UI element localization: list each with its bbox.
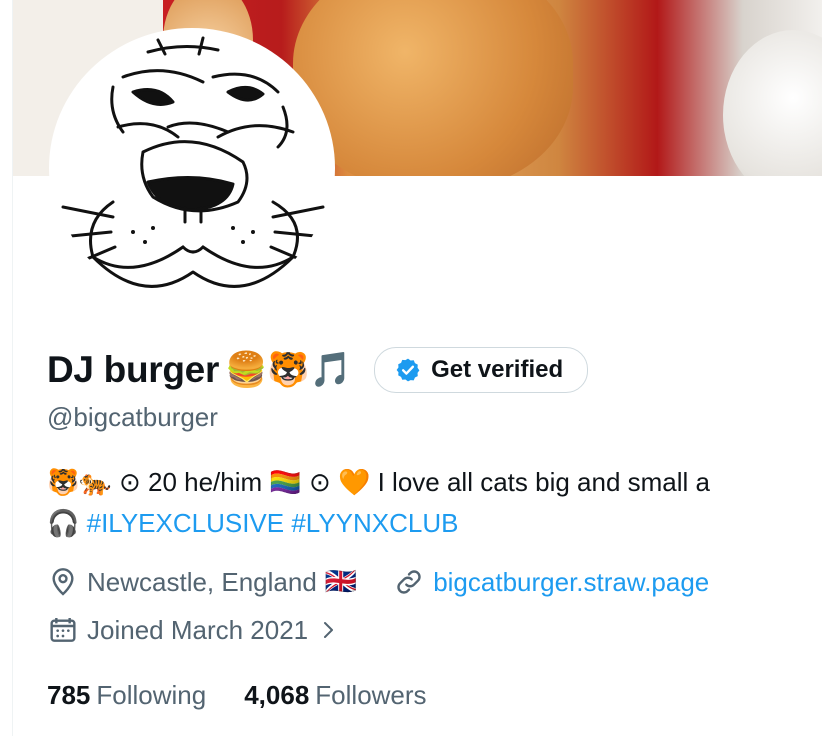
bio-text-age: ⊙ 20 he/him <box>111 467 270 497</box>
joined-row[interactable]: Joined March 2021 <box>47 614 340 646</box>
follow-stats: 785 Following 4,068 Followers <box>47 680 427 711</box>
bio-hashtags[interactable]: #ILYEXCLUSIVE #LYYNXCLUB <box>87 508 459 538</box>
location-pin-icon <box>47 566 79 598</box>
name-row: DJ burger 🍔🐯🎵 Get verified <box>47 342 589 398</box>
link-icon <box>393 566 425 598</box>
chevron-right-icon <box>316 618 340 642</box>
location-website-row: Newcastle, England 🇬🇧 bigcatburger.straw… <box>47 566 709 598</box>
get-verified-button[interactable]: Get verified <box>374 347 589 393</box>
joined-text: Joined March 2021 <box>87 614 309 645</box>
bio-emoji-headphones: 🎧 <box>47 509 80 539</box>
name-emojis: 🍔🐯🎵 <box>225 350 353 390</box>
calendar-icon <box>47 614 79 646</box>
bio-emoji-tigers: 🐯🐅 <box>47 468 112 498</box>
avatar[interactable] <box>53 32 331 304</box>
get-verified-label: Get verified <box>431 356 564 383</box>
verified-badge-icon <box>396 358 420 382</box>
following-label: Following <box>96 680 207 710</box>
tiger-sketch-avatar <box>59 36 327 288</box>
bio-line-1: 🐯🐅 ⊙ 20 he/him 🏳️‍🌈 ⊙ 🧡 I love all cats … <box>47 462 822 503</box>
handle: @bigcatburger <box>47 402 218 432</box>
display-name: DJ burger <box>47 349 220 390</box>
bio: 🐯🐅 ⊙ 20 he/him 🏳️‍🌈 ⊙ 🧡 I love all cats … <box>47 462 822 544</box>
bio-emoji-rainbow-flag: 🏳️‍🌈 <box>269 468 302 498</box>
bio-text-sep: ⊙ <box>301 467 338 497</box>
bio-text-love: I love all cats big and small a <box>370 467 710 497</box>
followers-count: 4,068 <box>244 680 310 710</box>
following-count: 785 <box>47 680 91 710</box>
website-link[interactable]: bigcatburger.straw.page <box>433 567 709 598</box>
bio-emoji-orange-heart: 🧡 <box>338 468 371 498</box>
location-text: Newcastle, England <box>87 566 317 597</box>
followers-link[interactable]: 4,068 Followers <box>244 680 426 711</box>
bio-line-2: 🎧 #ILYEXCLUSIVE #LYYNXCLUB <box>47 503 822 544</box>
location-flag: 🇬🇧 <box>324 567 358 597</box>
following-link[interactable]: 785 Following <box>47 680 206 711</box>
followers-label: Followers <box>315 680 427 710</box>
